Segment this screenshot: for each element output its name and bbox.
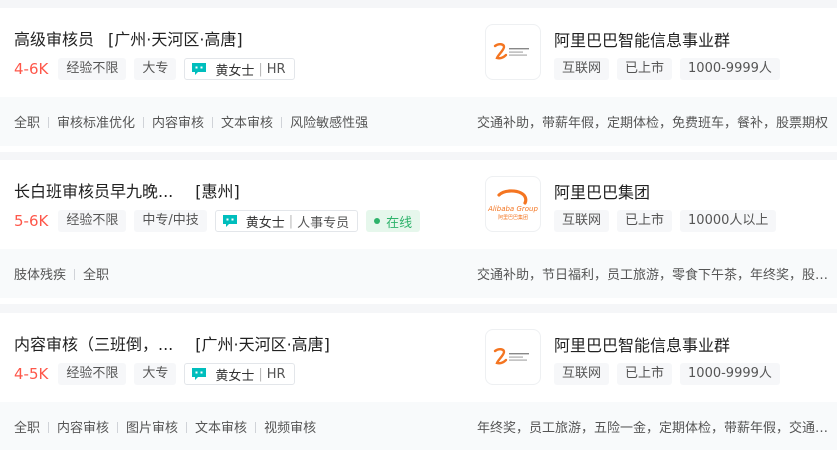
job-card[interactable]: 高级审核员 [广州·天河区·高唐] 4-6K 经验不限 大专 黄女士 | HR 阿里巴… xyxy=(0,8,837,152)
recruiter-role: HR xyxy=(266,61,286,77)
skill-tag: 视频审核 xyxy=(247,417,316,436)
company-logo-image xyxy=(493,348,529,365)
skill-tag: 全职 xyxy=(14,116,41,131)
skill-tag: 审核标准优化 xyxy=(40,112,135,131)
education-tag: 大专 xyxy=(134,58,177,80)
company-name[interactable]: 阿里巴巴智能信息事业群 xyxy=(554,27,730,51)
job-location: [广州·天河区·高唐] xyxy=(195,335,330,354)
experience-tag: 经验不限 xyxy=(58,363,127,385)
education-tag: 大专 xyxy=(134,363,177,385)
job-title[interactable]: 高级审核员 xyxy=(14,30,94,49)
job-title[interactable]: 长白班审核员早九晚... xyxy=(14,182,173,201)
skill-tags: 全职 内容审核 图片审核 文本审核 视频审核 xyxy=(0,417,316,436)
job-title[interactable]: 内容审核（三班倒，... xyxy=(14,335,173,354)
skill-tags: 全职 审核标准优化 内容审核 文本审核 风险敏感性强 xyxy=(0,112,368,131)
chat-icon xyxy=(192,63,207,75)
size-tag: 1000-9999人 xyxy=(680,58,780,80)
job-info-row: 4-5K 经验不限 大专 黄女士 | HR xyxy=(14,363,303,385)
job-salary: 4-5K xyxy=(14,365,49,383)
skill-tag: 风险敏感性强 xyxy=(273,112,368,131)
job-card-footer: 全职 内容审核 图片审核 文本审核 视频审核 年终奖，员工旅游，五险一金，定期体… xyxy=(0,402,837,450)
job-info-row: 4-6K 经验不限 大专 黄女士 | HR xyxy=(14,58,303,80)
job-title-row[interactable]: 内容审核（三班倒，... [广州·天河区·高唐] xyxy=(14,331,330,355)
industry-tag: 互联网 xyxy=(554,363,610,385)
experience-tag: 经验不限 xyxy=(58,58,127,80)
stage-tag: 已上市 xyxy=(617,363,673,385)
skill-tag: 内容审核 xyxy=(135,112,204,131)
job-info-row: 5-6K 经验不限 中专/中技 黄女士 | 人事专员 在线 xyxy=(14,210,421,232)
online-status-label: 在线 xyxy=(386,215,413,231)
stage-tag: 已上市 xyxy=(617,58,673,80)
company-tags: 互联网 已上市 1000-9999人 xyxy=(554,363,788,385)
company-logo[interactable] xyxy=(485,329,541,385)
job-title-row[interactable]: 长白班审核员早九晚... [惠州] xyxy=(14,178,240,202)
recruiter-role: 人事专员 xyxy=(297,215,350,231)
recruiter-chat-button[interactable]: 黄女士 | HR xyxy=(184,58,295,80)
skill-tag: 文本审核 xyxy=(178,417,247,436)
alibaba-group-logo-icon: Alibaba Group 阿里巴巴集团 xyxy=(487,189,538,221)
company-name[interactable]: 阿里巴巴集团 xyxy=(554,179,650,203)
welfare-text: 年终奖，员工旅游，五险一金，定期体检，带薪年假，交通补助 xyxy=(477,421,833,436)
company-logo[interactable]: Alibaba Group 阿里巴巴集团 xyxy=(485,176,541,232)
skill-tag: 全职 xyxy=(14,421,41,436)
welfare-text: 交通补助，节日福利，员工旅游，零食下午茶，年终奖，股票期权 xyxy=(477,268,833,283)
online-status-badge: 在线 xyxy=(366,210,421,232)
chat-icon xyxy=(222,215,237,227)
recruiter-chat-button[interactable]: 黄女士 | 人事专员 xyxy=(214,210,359,232)
job-card-footer: 肢体残疾 全职 交通补助，节日福利，员工旅游，零食下午茶，年终奖，股票期权 xyxy=(0,249,837,298)
job-card-main[interactable]: 内容审核（三班倒，... [广州·天河区·高唐] 4-5K 经验不限 大专 黄女士… xyxy=(0,313,837,402)
online-dot-icon xyxy=(374,218,381,224)
skill-tags: 肢体残疾 全职 xyxy=(0,264,109,283)
job-card-main[interactable]: 高级审核员 [广州·天河区·高唐] 4-6K 经验不限 大专 黄女士 | HR 阿里巴… xyxy=(0,8,837,97)
industry-tag: 互联网 xyxy=(554,210,610,232)
job-card[interactable]: 长白班审核员早九晚... [惠州] 5-6K 经验不限 中专/中技 黄女士 | 人事专… xyxy=(0,160,837,304)
company-logo-image xyxy=(493,43,529,60)
company-tags: 互联网 已上市 10000人以上 xyxy=(554,210,784,232)
job-location: [惠州] xyxy=(195,182,240,201)
experience-tag: 经验不限 xyxy=(58,210,127,232)
company-tags: 互联网 已上市 1000-9999人 xyxy=(554,58,788,80)
size-tag: 1000-9999人 xyxy=(680,363,780,385)
skill-tag: 肢体残疾 xyxy=(14,268,67,283)
company-name[interactable]: 阿里巴巴智能信息事业群 xyxy=(554,332,730,356)
industry-tag: 互联网 xyxy=(554,58,610,80)
logo-text-en: Alibaba Group xyxy=(487,205,538,213)
recruiter-name: 黄女士 xyxy=(245,215,285,231)
skill-tag: 图片审核 xyxy=(109,417,178,436)
job-card[interactable]: 内容审核（三班倒，... [广州·天河区·高唐] 4-5K 经验不限 大专 黄女士… xyxy=(0,313,837,450)
job-card-main[interactable]: 长白班审核员早九晚... [惠州] 5-6K 经验不限 中专/中技 黄女士 | 人事专… xyxy=(0,160,837,249)
recruiter-role: HR xyxy=(266,366,286,382)
job-location: [广州·天河区·高唐] xyxy=(108,30,243,49)
recruiter-name: 黄女士 xyxy=(215,368,255,384)
job-salary: 5-6K xyxy=(14,212,49,230)
education-tag: 中专/中技 xyxy=(134,210,207,232)
recruiter-name: 黄女士 xyxy=(215,63,255,79)
stage-tag: 已上市 xyxy=(617,210,673,232)
job-list: 高级审核员 [广州·天河区·高唐] 4-6K 经验不限 大专 黄女士 | HR 阿里巴… xyxy=(0,0,837,450)
skill-tag: 全职 xyxy=(66,264,109,283)
welfare-text: 交通补助，带薪年假，定期体检，免费班车，餐补，股票期权 xyxy=(477,116,829,131)
company-logo[interactable] xyxy=(485,24,541,80)
job-title-row[interactable]: 高级审核员 [广州·天河区·高唐] xyxy=(14,26,243,50)
job-salary: 4-6K xyxy=(14,60,49,78)
skill-tag: 内容审核 xyxy=(40,417,109,436)
skill-tag: 文本审核 xyxy=(204,112,273,131)
size-tag: 10000人以上 xyxy=(680,210,777,232)
chat-icon xyxy=(192,368,207,380)
logo-text-cn: 阿里巴巴集团 xyxy=(498,214,528,221)
job-card-footer: 全职 审核标准优化 内容审核 文本审核 风险敏感性强 交通补助，带薪年假，定期体… xyxy=(0,97,837,146)
recruiter-chat-button[interactable]: 黄女士 | HR xyxy=(184,363,295,385)
